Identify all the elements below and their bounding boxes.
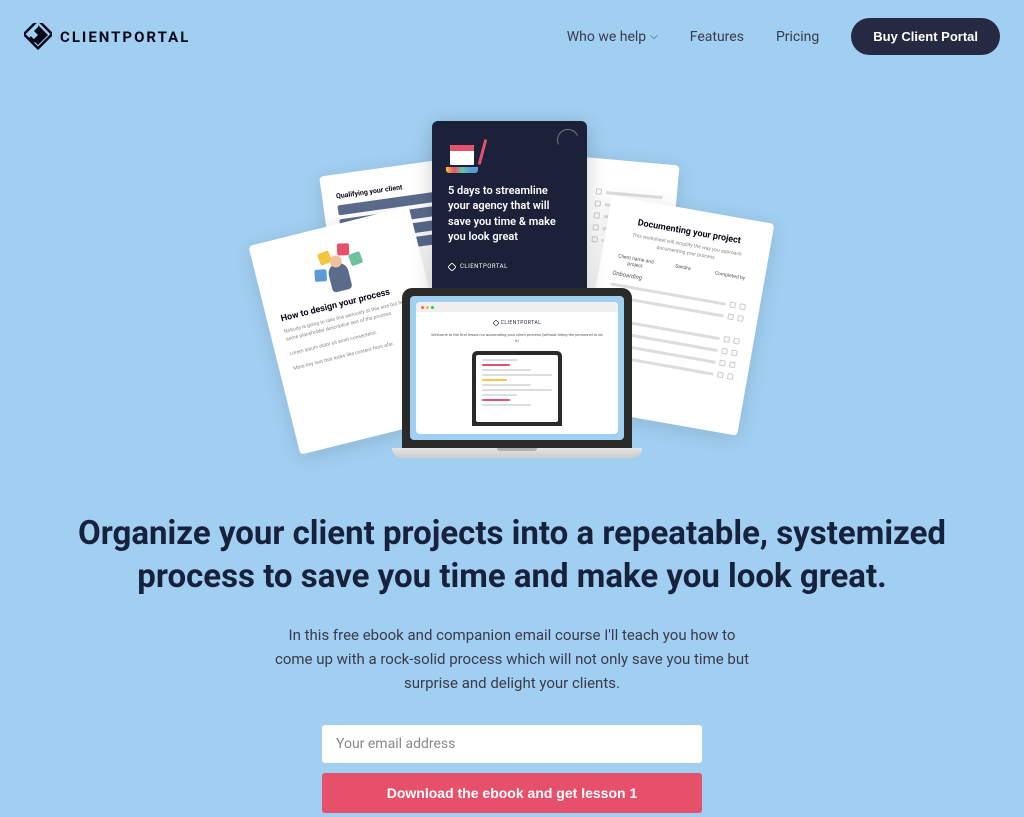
content-section: Organize your client projects into a rep…: [0, 513, 1024, 813]
page-header: CLIENTPORTAL Who we help ⌵ Features Pric…: [0, 0, 1024, 73]
person-illustration: [308, 237, 370, 296]
nav-who-we-help[interactable]: Who we help ⌵: [567, 29, 658, 45]
chevron-down-icon: ⌵: [650, 31, 658, 42]
calendar-icon: [448, 139, 486, 171]
nav-who-we-help-label: Who we help: [567, 29, 646, 45]
nav-features-label: Features: [690, 29, 744, 45]
submit-button[interactable]: Download the ebook and get lesson 1: [322, 773, 702, 813]
nav-pricing-label: Pricing: [776, 29, 819, 45]
buy-button[interactable]: Buy Client Portal: [851, 18, 1000, 55]
nav-features[interactable]: Features: [690, 29, 744, 45]
logo-text: CLIENTPORTAL: [60, 28, 190, 46]
subheadline: In this free ebook and companion email c…: [272, 623, 752, 695]
curl-decoration: [554, 126, 582, 154]
browser-chrome: [416, 302, 618, 312]
headline: Organize your client projects into a rep…: [50, 513, 974, 599]
nav-pricing[interactable]: Pricing: [776, 29, 819, 45]
hero-illustration: Qualifying your client How to design you…: [262, 113, 762, 493]
signup-form: Download the ebook and get lesson 1: [322, 725, 702, 813]
dark-card: 5 days to streamline your agency that wi…: [432, 121, 587, 316]
laptop-mockup: CLIENTPORTAL Welcome to the first lesson…: [392, 288, 642, 468]
main-nav: Who we help ⌵ Features Pricing Buy Clien…: [567, 18, 1000, 55]
logo[interactable]: CLIENTPORTAL: [24, 23, 190, 51]
dark-card-text: 5 days to streamline your agency that wi…: [448, 183, 571, 245]
email-input[interactable]: [322, 725, 702, 763]
dark-card-brand: CLIENTPORTAL: [448, 263, 571, 271]
logo-icon: [24, 23, 52, 51]
